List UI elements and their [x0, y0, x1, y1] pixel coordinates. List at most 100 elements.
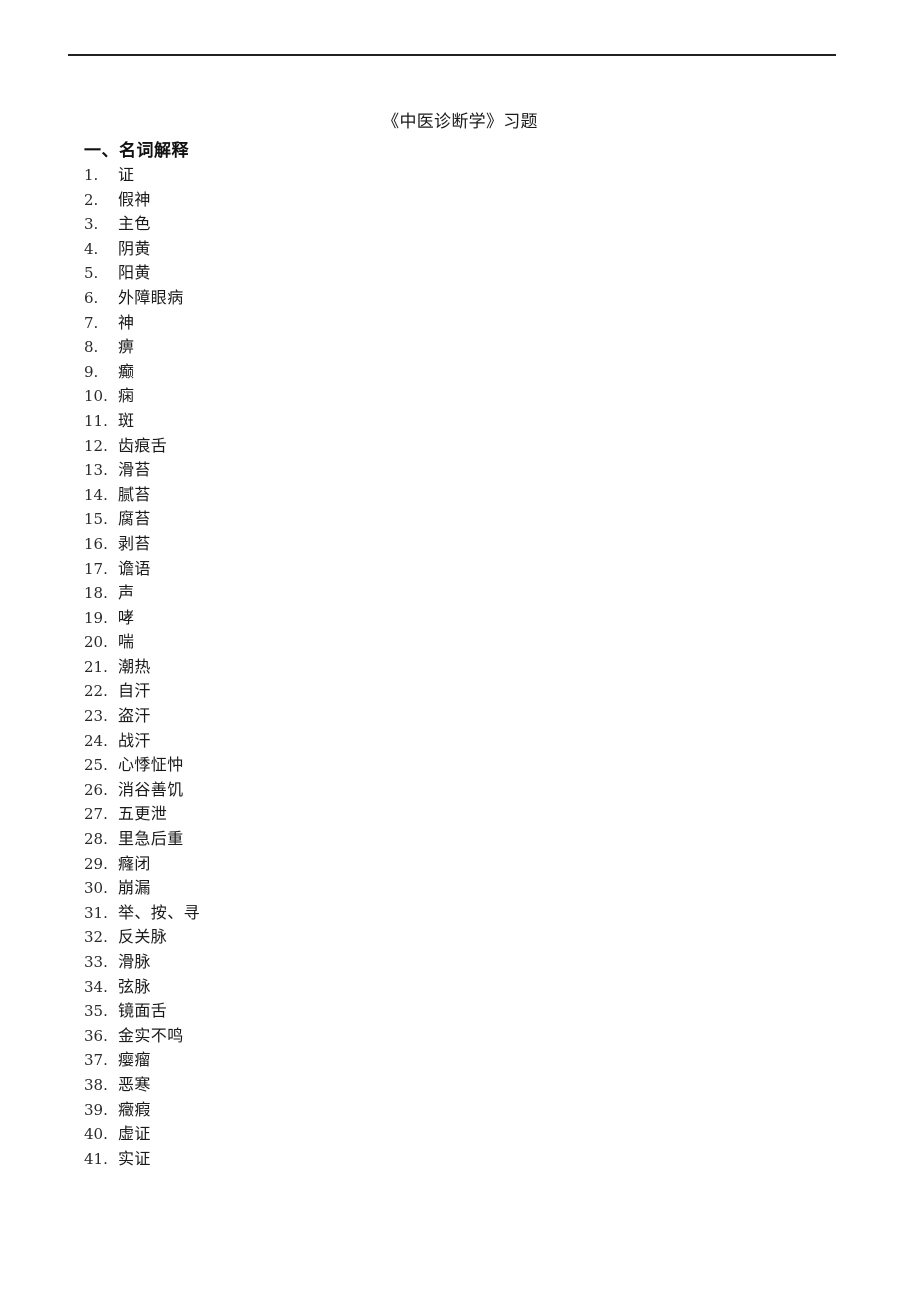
list-item-term: 自汗 — [118, 681, 151, 701]
list-item: 2. 假神 — [84, 188, 784, 213]
list-item: 8. 痹 — [84, 335, 784, 360]
list-item-number: 30. — [84, 879, 108, 898]
list-item: 16. 剥苔 — [84, 532, 784, 557]
list-item-term: 声 — [118, 583, 135, 603]
list-item: 32. 反关脉 — [84, 925, 784, 950]
list-item: 29. 癃闭 — [84, 852, 784, 877]
list-item-number: 22. — [84, 682, 108, 701]
list-item: 25. 心悸怔忡 — [84, 753, 784, 778]
list-item: 28. 里急后重 — [84, 827, 784, 852]
list-item-number: 2. — [84, 190, 99, 209]
list-item-term: 阳黄 — [118, 263, 151, 283]
list-item-term: 神 — [118, 312, 135, 332]
list-item-number: 29. — [84, 854, 108, 873]
list-item-number: 27. — [84, 805, 108, 824]
list-item: 35. 镜面舌 — [84, 999, 784, 1024]
list-item-number: 3. — [84, 215, 99, 234]
list-item: 3. 主色 — [84, 212, 784, 237]
term-definition-list: 1. 证 2. 假神 3. 主色 4. 阴黄 5. 阳黄 6. 外障眼病 7. 神 8. 痹 9. 癫 10. 痫 11… — [84, 163, 784, 1171]
list-item-number: 33. — [84, 953, 108, 971]
list-item: 23. 盗汗 — [84, 704, 784, 729]
list-item: 20. 喘 — [84, 630, 784, 655]
list-item-number: 6. — [84, 288, 99, 307]
header-rule-divider — [68, 54, 836, 56]
list-item-term: 心悸怔忡 — [118, 755, 184, 775]
list-item-number: 17. — [84, 559, 108, 578]
list-item-number: 23. — [84, 707, 108, 726]
list-item-term: 滑脉 — [118, 952, 151, 971]
list-item-term: 虚证 — [118, 1124, 151, 1144]
list-item-number: 32. — [84, 928, 108, 947]
list-item: 19. 哮 — [84, 606, 784, 631]
list-item: 31. 举、按、寻 — [84, 901, 784, 926]
list-item-term: 反关脉 — [118, 927, 168, 947]
list-item: 39. 癥瘕 — [84, 1098, 784, 1123]
list-item: 15. 腐苔 — [84, 507, 784, 532]
list-item-number: 39. — [84, 1100, 108, 1119]
list-item-term: 恶寒 — [118, 1074, 151, 1094]
list-item: 36. 金实不鸣 — [84, 1024, 784, 1049]
list-item-term: 齿痕舌 — [118, 435, 168, 455]
list-item-number: 21. — [84, 657, 108, 676]
list-item: 9. 癫 — [84, 360, 784, 385]
list-item-term: 战汗 — [118, 730, 151, 750]
list-item-term: 剥苔 — [118, 533, 151, 553]
list-item-number: 28. — [84, 830, 108, 849]
list-item: 30. 崩漏 — [84, 876, 784, 901]
list-item-term: 消谷善饥 — [118, 779, 184, 799]
list-item-term: 瘿瘤 — [118, 1050, 151, 1070]
list-item-number: 25. — [84, 756, 108, 775]
section-heading-terms: 一、名词解释 — [84, 141, 189, 161]
list-item-term: 主色 — [118, 214, 151, 234]
list-item-term: 滑苔 — [118, 460, 151, 480]
list-item-term: 盗汗 — [118, 706, 151, 726]
list-item-number: 8. — [84, 338, 99, 357]
list-item-number: 31. — [84, 903, 108, 922]
list-item-number: 37. — [84, 1051, 108, 1070]
list-item: 1. 证 — [84, 163, 784, 188]
list-item-term: 喘 — [118, 632, 135, 652]
list-item: 40. 虚证 — [84, 1122, 784, 1147]
list-item: 33. 滑脉 — [84, 950, 784, 975]
list-item: 13. 滑苔 — [84, 458, 784, 483]
list-item: 38. 恶寒 — [84, 1073, 784, 1098]
list-item-term: 证 — [118, 165, 135, 184]
list-item: 5. 阳黄 — [84, 261, 784, 286]
list-item: 18. 声 — [84, 581, 784, 606]
list-item-term: 金实不鸣 — [118, 1025, 184, 1045]
list-item-term: 举、按、寻 — [118, 902, 201, 922]
list-item-number: 11. — [84, 411, 108, 430]
list-item-term: 哮 — [118, 607, 135, 627]
list-item-term: 镜面舌 — [118, 1001, 168, 1021]
list-item-term: 癃闭 — [118, 853, 151, 873]
list-item-number: 24. — [84, 731, 108, 750]
list-item: 34. 弦脉 — [84, 975, 784, 1000]
list-item-term: 崩漏 — [118, 878, 151, 898]
list-item-term: 腻苔 — [118, 484, 151, 504]
list-item-term: 实证 — [118, 1148, 151, 1168]
list-item-number: 20. — [84, 633, 108, 652]
document-page: 《中医诊断学》习题 一、名词解释 1. 证 2. 假神 3. 主色 4. 阴黄 5. 阳黄 6. 外障… — [0, 0, 920, 1302]
list-item: 11. 斑 — [84, 409, 784, 434]
list-item: 7. 神 — [84, 311, 784, 336]
list-item-number: 9. — [84, 362, 99, 381]
list-item-number: 14. — [84, 485, 108, 504]
list-item-number: 41. — [84, 1149, 108, 1168]
list-item: 37. 瘿瘤 — [84, 1048, 784, 1073]
list-item-term: 弦脉 — [118, 976, 151, 996]
list-item-number: 13. — [84, 461, 108, 480]
list-item: 4. 阴黄 — [84, 237, 784, 262]
list-item-term: 阴黄 — [118, 238, 151, 258]
list-item-term: 癫 — [118, 361, 135, 381]
list-item-number: 10. — [84, 387, 108, 406]
list-item: 14. 腻苔 — [84, 483, 784, 508]
list-item: 27. 五更泄 — [84, 802, 784, 827]
document-title: 《中医诊断学》习题 — [382, 112, 538, 132]
list-item: 26. 消谷善饥 — [84, 778, 784, 803]
list-item: 17. 谵语 — [84, 557, 784, 582]
list-item: 21. 潮热 — [84, 655, 784, 680]
list-item-number: 40. — [84, 1125, 108, 1144]
list-item-number: 19. — [84, 608, 108, 627]
list-item-number: 36. — [84, 1026, 108, 1045]
list-item-term: 谵语 — [118, 558, 151, 578]
